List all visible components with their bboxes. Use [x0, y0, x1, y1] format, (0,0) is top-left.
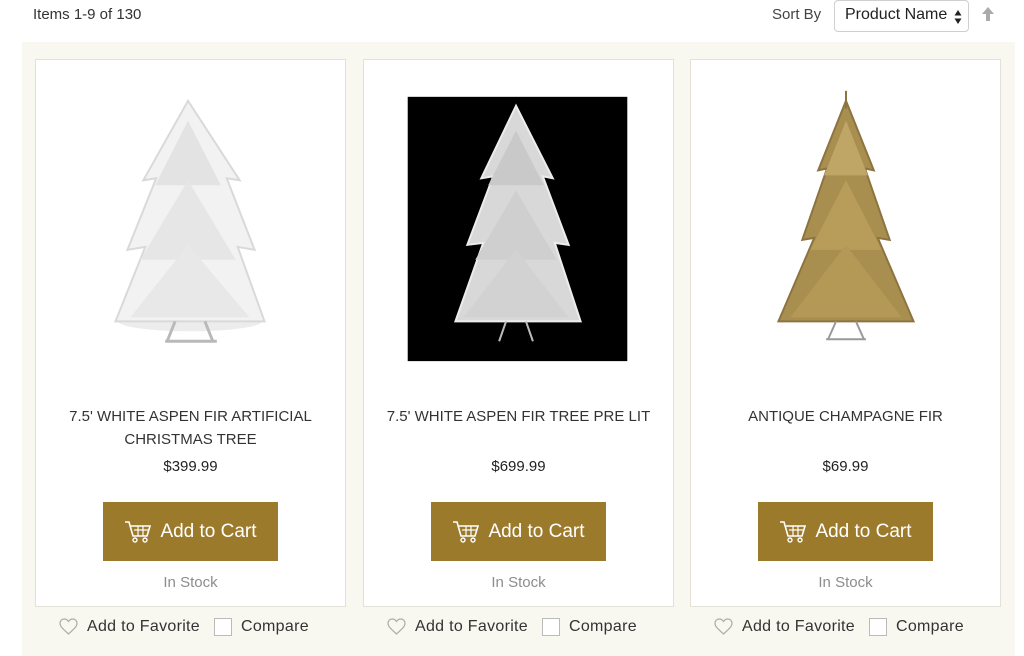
product-price: $399.99 — [163, 458, 218, 475]
card-actions: Add to Favorite Compare — [714, 614, 964, 640]
add-to-cart-button[interactable]: Add to Cart — [431, 502, 606, 561]
product-card: 7.5' WHITE ASPEN FIR ARTIFICIAL CHRISTMA… — [35, 59, 346, 607]
favorite-label: Add to Favorite — [87, 618, 200, 635]
sort-direction-arrow-icon[interactable] — [980, 4, 996, 24]
add-to-cart-label: Add to Cart — [160, 520, 257, 542]
product-name[interactable]: 7.5' WHITE ASPEN FIR ARTIFICIAL CHRISTMA… — [46, 405, 335, 451]
compare-label: Compare — [241, 618, 309, 635]
add-to-favorite-link[interactable]: Add to Favorite — [387, 618, 528, 636]
product-card: 7.5' WHITE ASPEN FIR TREE PRE LIT $699.9… — [363, 59, 674, 607]
stock-status: In Stock — [163, 574, 218, 591]
compare-label: Compare — [569, 618, 637, 635]
items-count: Items 1-9 of 130 — [33, 6, 142, 23]
checkbox-icon — [214, 618, 232, 636]
sort-by-label: Sort By — [772, 6, 822, 23]
checkbox-icon — [869, 618, 887, 636]
compare-label: Compare — [896, 618, 964, 635]
checkbox-icon — [542, 618, 560, 636]
favorite-label: Add to Favorite — [742, 618, 855, 635]
product-price: $699.99 — [491, 458, 546, 475]
heart-icon — [59, 618, 78, 635]
card-actions: Add to Favorite Compare — [59, 614, 309, 640]
favorite-label: Add to Favorite — [415, 618, 528, 635]
product-image[interactable] — [36, 60, 345, 390]
compare-checkbox[interactable]: Compare — [542, 618, 637, 636]
sort-select-value: Product Name — [845, 6, 948, 23]
stock-status: In Stock — [491, 574, 546, 591]
product-name[interactable]: 7.5' WHITE ASPEN FIR TREE PRE LIT — [374, 405, 663, 428]
compare-checkbox[interactable]: Compare — [214, 618, 309, 636]
cart-icon — [780, 520, 807, 543]
product-card: ANTIQUE CHAMPAGNE FIR $69.99 Add to Cart… — [690, 59, 1001, 607]
select-arrows-icon — [954, 10, 962, 24]
add-to-favorite-link[interactable]: Add to Favorite — [714, 618, 855, 636]
product-image[interactable] — [691, 60, 1000, 390]
toolbar: Items 1-9 of 130 Sort By Product Name — [0, 0, 1024, 40]
heart-icon — [714, 618, 733, 635]
product-image[interactable] — [364, 60, 673, 390]
add-to-cart-label: Add to Cart — [488, 520, 585, 542]
heart-icon — [387, 618, 406, 635]
card-actions: Add to Favorite Compare — [387, 614, 637, 640]
cart-icon — [125, 520, 152, 543]
cart-icon — [453, 520, 480, 543]
add-to-cart-button[interactable]: Add to Cart — [758, 502, 933, 561]
compare-checkbox[interactable]: Compare — [869, 618, 964, 636]
add-to-favorite-link[interactable]: Add to Favorite — [59, 618, 200, 636]
sort-select[interactable]: Product Name — [834, 0, 969, 32]
add-to-cart-label: Add to Cart — [815, 520, 912, 542]
add-to-cart-button[interactable]: Add to Cart — [103, 502, 278, 561]
stock-status: In Stock — [818, 574, 873, 591]
product-name[interactable]: ANTIQUE CHAMPAGNE FIR — [701, 405, 990, 428]
product-price: $69.99 — [822, 458, 869, 475]
